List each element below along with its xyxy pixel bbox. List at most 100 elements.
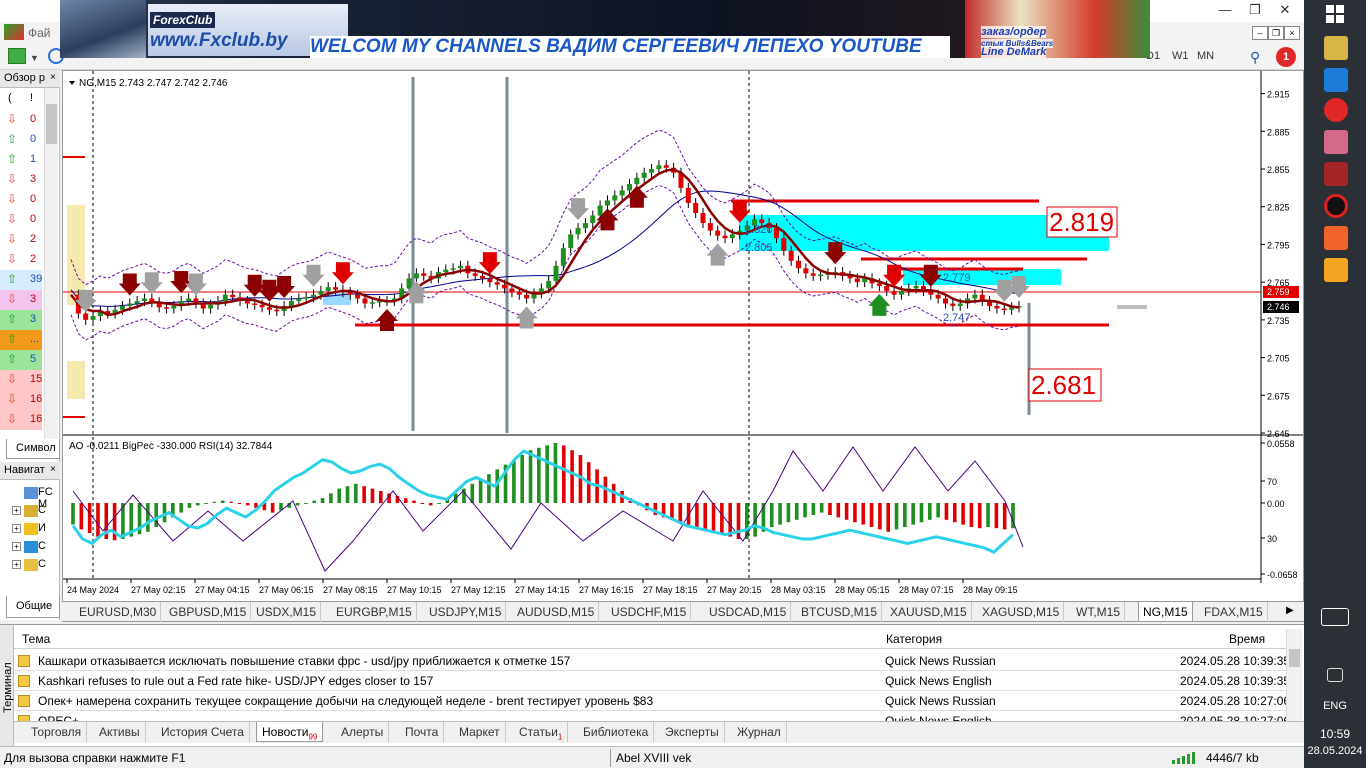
- scroll-thumb[interactable]: [46, 104, 57, 144]
- chart-tab[interactable]: EURGBP,M15: [332, 602, 417, 622]
- tab-symbols[interactable]: Символ: [6, 439, 60, 459]
- terminal-tab[interactable]: Маркет: [454, 722, 506, 742]
- navigator-item[interactable]: + И: [12, 520, 60, 538]
- market-watch-row[interactable]: ⇩ 16: [0, 410, 42, 430]
- paint-icon[interactable]: [1324, 130, 1348, 154]
- restore-button[interactable]: ❐: [1240, 0, 1270, 20]
- minimize-button[interactable]: —: [1210, 0, 1240, 20]
- chart-tab[interactable]: WT,M15: [1072, 602, 1126, 622]
- mdi-restore-button[interactable]: ❐: [1268, 26, 1284, 40]
- close-icon[interactable]: ×: [50, 464, 56, 475]
- speaker-icon[interactable]: [1324, 162, 1348, 186]
- market-watch-row[interactable]: ⇧ 0: [0, 130, 42, 150]
- navigator-header[interactable]: Навигат ×: [0, 462, 60, 480]
- terminal-tab[interactable]: Статьи1: [514, 722, 569, 742]
- terminal-tab[interactable]: Торговля: [26, 722, 88, 742]
- news-row[interactable]: Kashkari refuses to rule out a Fed rate …: [14, 671, 1290, 691]
- mdi-minimize-button[interactable]: –: [1252, 26, 1268, 40]
- taskbar-time[interactable]: 10:59: [1304, 727, 1366, 741]
- network-icon[interactable]: [1327, 668, 1343, 682]
- chart-tab[interactable]: USDJPY,M15: [425, 602, 507, 622]
- expand-icon[interactable]: +: [12, 542, 21, 551]
- opera-icon[interactable]: [1324, 98, 1348, 122]
- navigator-item[interactable]: + С: [12, 538, 60, 556]
- terminal-tab[interactable]: Библиотека: [578, 722, 655, 742]
- status-profile[interactable]: Abel XVIII vek: [616, 751, 691, 765]
- timeframe-w1[interactable]: W1: [1172, 50, 1189, 62]
- column-category[interactable]: Категория: [886, 632, 942, 646]
- chart-tab[interactable]: USDCHF,M15: [607, 602, 692, 622]
- chart-canvas[interactable]: 2.820 2.805 2.779 2.747 2.819 2.681 NG,M15 2.7…: [63, 71, 1303, 601]
- ad-banner[interactable]: ForexClub www.Fxclub.by WELCOM MY CHANNE…: [60, 0, 1150, 58]
- market-watch-row[interactable]: ⇩ 16: [0, 390, 42, 410]
- taskbar-date[interactable]: 28.05.2024: [1304, 745, 1366, 757]
- expand-icon[interactable]: +: [12, 560, 21, 569]
- windows-start-icon[interactable]: [1326, 5, 1344, 23]
- terminal-tab[interactable]: Журнал: [732, 722, 787, 742]
- market-watch-row[interactable]: ⇩ 2: [0, 250, 42, 270]
- chart-tab[interactable]: EURUSD,M30: [75, 602, 162, 622]
- chart-tab[interactable]: NG,M15: [1138, 602, 1193, 622]
- market-watch-row[interactable]: ⇩ 0: [0, 190, 42, 210]
- news-row[interactable]: Опек+ намерена сохранить текущее сокраще…: [14, 691, 1290, 711]
- chart-tab[interactable]: USDCAD,M15: [705, 602, 792, 622]
- market-watch-row[interactable]: ⇧ 5: [0, 350, 42, 370]
- column-value[interactable]: !: [30, 92, 33, 104]
- chart-tab[interactable]: BTCUSD,M15: [797, 602, 883, 622]
- chart-tab[interactable]: XAUUSD,M15: [886, 602, 972, 622]
- market-watch-row[interactable]: ⇩ 3: [0, 170, 42, 190]
- market-watch-header[interactable]: Обзор р ×: [0, 70, 60, 88]
- column-symbol[interactable]: (: [8, 92, 12, 104]
- menu-file[interactable]: Фай: [28, 26, 51, 40]
- navigator-item[interactable]: + С: [12, 556, 60, 574]
- market-watch-row[interactable]: ⇧ 1: [0, 150, 42, 170]
- market-watch-row[interactable]: ⇧ 39: [0, 270, 42, 290]
- column-time[interactable]: Время: [1229, 632, 1265, 646]
- tabs-scroll-right-icon[interactable]: ▶: [1286, 605, 1294, 616]
- market-watch-row[interactable]: ⇧...: [0, 330, 42, 350]
- terminal-tab[interactable]: Новости99: [256, 722, 324, 742]
- terminal-tab[interactable]: Эксперты: [660, 722, 725, 742]
- terminal-tab[interactable]: Алерты: [336, 722, 390, 742]
- chart-window[interactable]: 2.820 2.805 2.779 2.747 2.819 2.681 NG,M15 2.7…: [62, 70, 1304, 602]
- market-watch-row[interactable]: ⇩ 0: [0, 110, 42, 130]
- new-chart-icon[interactable]: [8, 48, 26, 64]
- search-icon[interactable]: ⚲: [1250, 49, 1260, 66]
- terminal-tab[interactable]: Активы: [94, 722, 146, 742]
- chart-tab[interactable]: XAGUSD,M15: [978, 602, 1065, 622]
- chart-tab[interactable]: FDAX,M15: [1200, 602, 1268, 622]
- taskbar-language[interactable]: ENG: [1304, 700, 1366, 712]
- mdi-close-button[interactable]: ×: [1284, 26, 1300, 40]
- timeframe-mn[interactable]: MN: [1197, 50, 1214, 62]
- close-icon[interactable]: ×: [50, 72, 56, 83]
- chart-tab[interactable]: USDX,M15: [252, 602, 322, 622]
- column-topic[interactable]: Тема: [22, 632, 50, 646]
- tab-common[interactable]: Общие: [6, 596, 60, 618]
- terminal-tab[interactable]: История Счета: [156, 722, 250, 742]
- scroll-thumb[interactable]: [1289, 649, 1300, 667]
- market-watch-row[interactable]: ⇩ 0: [0, 210, 42, 230]
- chart-tab[interactable]: AUDUSD,M15: [513, 602, 600, 622]
- market-watch-row[interactable]: ⇩ 3: [0, 290, 42, 310]
- outlook-icon[interactable]: [1324, 68, 1348, 92]
- expand-icon[interactable]: +: [12, 506, 21, 515]
- keyboard-icon[interactable]: [1321, 608, 1349, 626]
- chart-tab[interactable]: GBPUSD,M15: [165, 602, 252, 622]
- record-icon[interactable]: [1324, 194, 1348, 218]
- notification-badge[interactable]: 1: [1276, 47, 1296, 67]
- market-watch-row[interactable]: ⇩ 15: [0, 370, 42, 390]
- terminal-tab[interactable]: Почта: [400, 722, 445, 742]
- market-watch-row[interactable]: ⇩ 2: [0, 230, 42, 250]
- status-connection[interactable]: 4446/7 kb: [1206, 751, 1259, 765]
- expand-icon[interactable]: +: [12, 524, 21, 533]
- file-explorer-icon[interactable]: [1324, 36, 1348, 60]
- news-row[interactable]: Кашкари отказывается исключать повышение…: [14, 651, 1290, 671]
- market-watch-scrollbar[interactable]: [44, 88, 58, 440]
- close-button[interactable]: ✕: [1270, 0, 1300, 20]
- chevron-down-icon[interactable]: ▼: [30, 53, 39, 63]
- navigator-item[interactable]: + C: [12, 502, 60, 520]
- anydesk-icon[interactable]: [1324, 226, 1348, 250]
- screen-recorder-icon[interactable]: [1324, 258, 1348, 282]
- market-watch-row[interactable]: ⇧ 3: [0, 310, 42, 330]
- terminal-scrollbar[interactable]: [1286, 629, 1302, 721]
